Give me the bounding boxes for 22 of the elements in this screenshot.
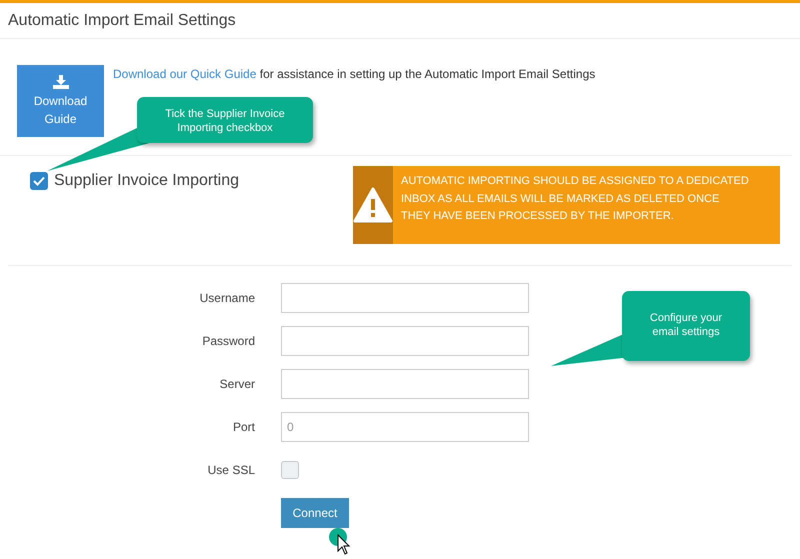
connect-button[interactable]: Connect	[281, 498, 349, 528]
guide-intro-text: Download our Quick Guide for assistance in setting up the Automatic Import Email Settings	[113, 67, 596, 81]
ssl-checkbox[interactable]	[281, 461, 299, 479]
callout: Configure your email settings	[622, 291, 750, 361]
quick-guide-link[interactable]: Download our Quick Guide	[113, 67, 256, 81]
field-label: Port	[232, 420, 255, 434]
field-label: Server	[218, 377, 255, 391]
download-guide-button[interactable]: Download Guide	[17, 65, 104, 137]
warning-text: AUTOMATIC IMPORTING SHOULD BE ASSIGNED TO A DEDICATED INBOX AS ALL EMAILS WILL BE MARKED AS DELETED ONCE THEY HAVE BEEN PROCESSED BY THE IMPORTER.	[400, 174, 750, 224]
download-icon	[52, 74, 68, 88]
callout: Tick the Supplier Invoice Importing checkbox	[137, 97, 313, 143]
text-field[interactable]: 0	[281, 412, 529, 442]
field-label: Use SSL	[206, 463, 255, 477]
text-field[interactable]	[281, 326, 529, 356]
mouse-cursor-icon	[328, 527, 352, 557]
text-field[interactable]	[281, 283, 529, 313]
field-label: Username	[198, 291, 255, 305]
field-label: Password	[201, 334, 255, 348]
supplier-importing-checkbox[interactable]	[30, 172, 48, 190]
checkbox-label: Supplier Invoice Importing	[54, 172, 239, 190]
page-title: Automatic Import Email Settings	[8, 12, 236, 30]
text-field[interactable]	[281, 369, 529, 399]
